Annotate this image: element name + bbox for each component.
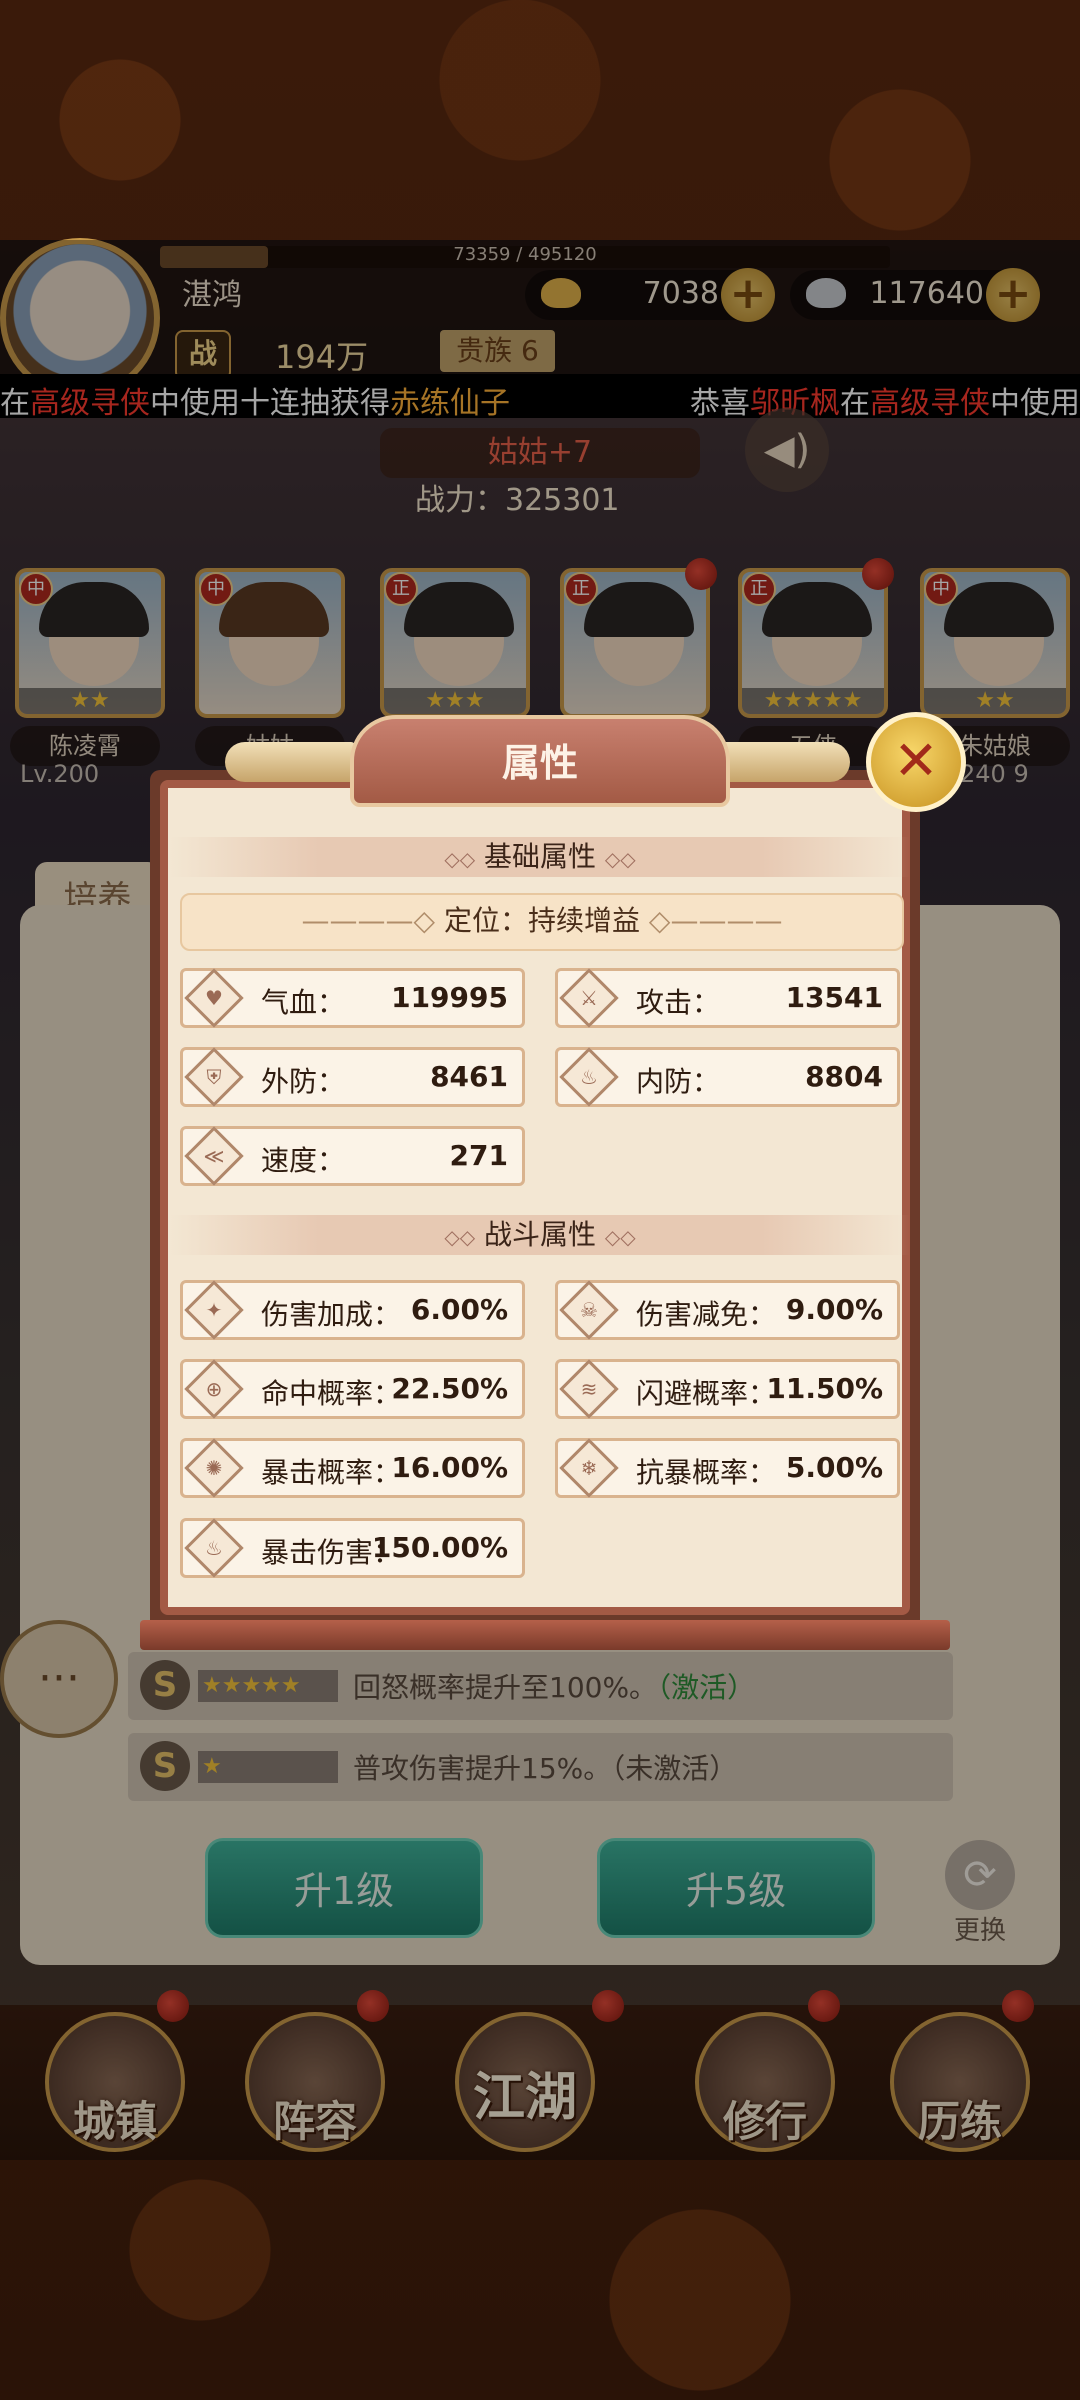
stat-inner-defense: ♨ 内防： 8804 <box>555 1047 900 1107</box>
stat-label: 气血： <box>261 986 346 1019</box>
divider-line: ————◇ <box>301 904 436 937</box>
position-box: ————◇ 定位：持续增益 ◇———— <box>180 893 904 951</box>
stat-crit-rate: ✺ 暴击概率： 16.00% <box>180 1438 525 1498</box>
stat-outer-defense: ⛨ 外防： 8461 <box>180 1047 525 1107</box>
section-basic: ◇◇ 基础属性 ◇◇ <box>170 837 910 877</box>
stat-label: 命中概率： <box>261 1377 402 1410</box>
modal-title-ornament-right <box>720 742 850 782</box>
snowflake-icon: ❄ <box>559 1438 619 1498</box>
stat-value: 22.50% <box>391 1372 508 1405</box>
stat-dodge-rate: ≋ 闪避概率： 11.50% <box>555 1359 900 1419</box>
ornament-icon: ◇◇ <box>604 1225 636 1249</box>
stat-value: 119995 <box>391 981 508 1014</box>
heart-icon: ♥ <box>184 968 244 1028</box>
stat-label: 抗暴概率： <box>636 1456 777 1489</box>
stat-damage-bonus: ✦ 伤害加成： 6.00% <box>180 1280 525 1340</box>
close-button[interactable]: ✕ <box>866 712 966 812</box>
ornament-icon: ◇◇ <box>444 1225 476 1249</box>
stat-speed: ≪ 速度： 271 <box>180 1126 525 1186</box>
stat-label: 暴击概率： <box>261 1456 402 1489</box>
stat-label: 攻击： <box>636 986 721 1019</box>
wing-icon: ≪ <box>184 1126 244 1186</box>
stat-value: 16.00% <box>391 1451 508 1484</box>
target-icon: ⊕ <box>184 1359 244 1419</box>
stat-crit-resist: ❄ 抗暴概率： 5.00% <box>555 1438 900 1498</box>
stat-value: 5.00% <box>785 1451 883 1484</box>
crit-icon: ✺ <box>184 1438 244 1498</box>
section-title: 战斗属性 <box>483 1218 596 1251</box>
damage-icon: ✦ <box>184 1280 244 1340</box>
stat-value: 271 <box>449 1139 508 1172</box>
divider-line: ◇———— <box>648 904 783 937</box>
stat-label: 外防： <box>261 1065 346 1098</box>
section-title: 基础属性 <box>483 840 596 873</box>
stat-hp: ♥ 气血： 119995 <box>180 968 525 1028</box>
stat-label: 闪避概率： <box>636 1377 777 1410</box>
fire-icon: ♨ <box>184 1518 244 1578</box>
stat-label: 伤害减免： <box>636 1298 777 1331</box>
stat-value: 11.50% <box>766 1372 883 1405</box>
stat-label: 内防： <box>636 1065 721 1098</box>
shield-icon: ⛨ <box>184 1047 244 1107</box>
stat-value: 150.00% <box>371 1531 508 1564</box>
position-text: 定位：持续增益 <box>443 904 640 937</box>
stat-value: 8461 <box>430 1060 508 1093</box>
dodge-icon: ≋ <box>559 1359 619 1419</box>
stat-crit-damage: ♨ 暴击伤害： 150.00% <box>180 1518 525 1578</box>
stat-value: 9.00% <box>785 1293 883 1326</box>
modal-base <box>140 1620 950 1650</box>
skull-icon: ☠ <box>559 1280 619 1340</box>
ornament-icon: ◇◇ <box>444 847 476 871</box>
modal-title-ornament-left <box>225 742 355 782</box>
stat-attack: ⚔ 攻击： 13541 <box>555 968 900 1028</box>
stat-label: 速度： <box>261 1144 346 1177</box>
modal-title: 属性 <box>501 741 578 785</box>
stat-damage-reduction: ☠ 伤害减免： 9.00% <box>555 1280 900 1340</box>
flame-icon: ♨ <box>559 1047 619 1107</box>
stat-value: 6.00% <box>410 1293 508 1326</box>
section-combat: ◇◇ 战斗属性 ◇◇ <box>170 1215 910 1255</box>
stat-value: 13541 <box>785 981 883 1014</box>
stat-label: 伤害加成： <box>261 1298 402 1331</box>
sword-icon: ⚔ <box>559 968 619 1028</box>
stat-value: 8804 <box>805 1060 883 1093</box>
ornament-icon: ◇◇ <box>604 847 636 871</box>
stat-hit-rate: ⊕ 命中概率： 22.50% <box>180 1359 525 1419</box>
